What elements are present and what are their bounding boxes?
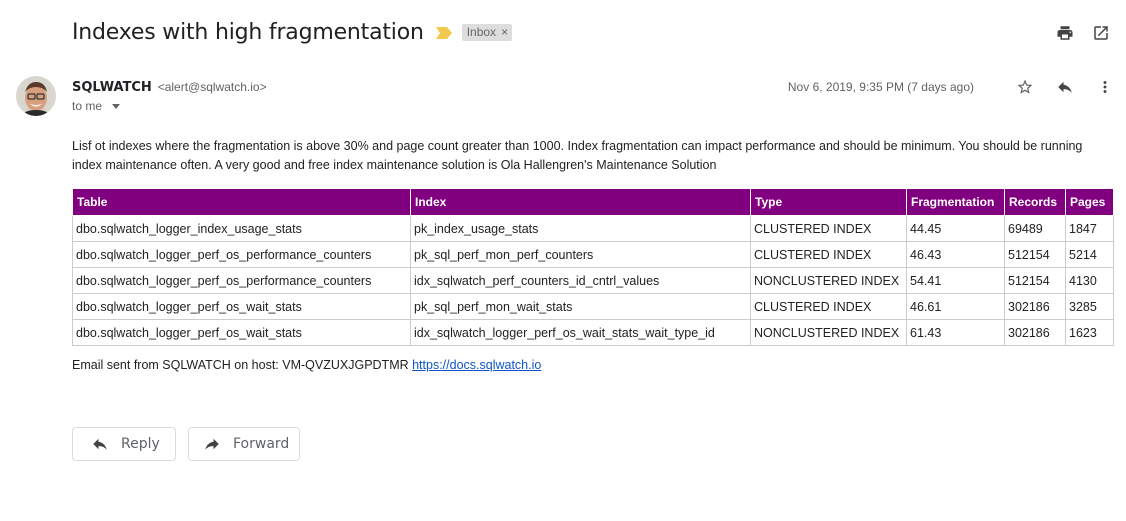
table-cell: 4130 bbox=[1065, 267, 1114, 294]
table-cell: idx_sqlwatch_perf_counters_id_cntrl_valu… bbox=[410, 267, 751, 294]
top-toolbar bbox=[1056, 24, 1110, 42]
sender-row: SQLWATCH <alert@sqlwatch.io> bbox=[72, 78, 267, 95]
table-cell: 512154 bbox=[1004, 267, 1066, 294]
table-cell: 3285 bbox=[1065, 293, 1114, 320]
table-cell: NONCLUSTERED INDEX bbox=[750, 319, 907, 346]
forward-button[interactable]: Forward bbox=[188, 427, 300, 461]
table-row: dbo.sqlwatch_logger_perf_os_performance_… bbox=[72, 241, 1114, 268]
table-cell: dbo.sqlwatch_logger_perf_os_wait_stats bbox=[72, 319, 411, 346]
reply-button[interactable]: Reply bbox=[72, 427, 176, 461]
table-cell: NONCLUSTERED INDEX bbox=[750, 267, 907, 294]
column-header-table: Table bbox=[72, 188, 411, 216]
sender-email: <alert@sqlwatch.io> bbox=[157, 80, 267, 94]
table-cell: 1623 bbox=[1065, 319, 1114, 346]
open-in-new-window-icon[interactable] bbox=[1092, 24, 1110, 42]
table-cell: pk_sql_perf_mon_wait_stats bbox=[410, 293, 751, 320]
print-icon[interactable] bbox=[1056, 24, 1074, 42]
reply-icon[interactable] bbox=[1056, 78, 1074, 96]
table-row: dbo.sqlwatch_logger_perf_os_wait_stats i… bbox=[72, 319, 1114, 346]
column-header-index: Index bbox=[410, 188, 751, 216]
recipient-details-caret-icon[interactable] bbox=[112, 104, 121, 109]
more-vert-icon[interactable] bbox=[1096, 78, 1114, 96]
subject-row: Indexes with high fragmentation Inbox × bbox=[72, 20, 513, 45]
message-date: Nov 6, 2019, 9:35 PM (7 days ago) bbox=[787, 80, 974, 94]
docs-link[interactable]: https://docs.sqlwatch.io bbox=[412, 358, 541, 372]
importance-marker-icon[interactable] bbox=[435, 26, 452, 39]
inbox-label-chip[interactable]: Inbox × bbox=[461, 24, 513, 41]
fragmentation-table: Table Index Type Fragmentation Records P… bbox=[72, 188, 1114, 346]
table-cell: 46.61 bbox=[906, 293, 1005, 320]
table-cell: dbo.sqlwatch_logger_perf_os_performance_… bbox=[72, 267, 411, 294]
table-row: dbo.sqlwatch_logger_index_usage_stats pk… bbox=[72, 215, 1114, 242]
reply-icon bbox=[91, 435, 109, 453]
table-cell: dbo.sqlwatch_logger_perf_os_performance_… bbox=[72, 241, 411, 268]
recipient-row[interactable]: to me bbox=[72, 99, 121, 113]
remove-label-icon[interactable]: × bbox=[501, 25, 508, 39]
footer-host-text: Email sent from SQLWATCH on host: VM-QVZ… bbox=[72, 358, 413, 372]
table-cell: 61.43 bbox=[906, 319, 1005, 346]
sender-avatar[interactable] bbox=[16, 76, 56, 116]
table-cell: 5214 bbox=[1065, 241, 1114, 268]
recipient-text: to me bbox=[72, 99, 103, 113]
table-cell: 512154 bbox=[1004, 241, 1066, 268]
email-subject: Indexes with high fragmentation bbox=[72, 20, 424, 45]
message-footer: Email sent from SQLWATCH on host: VM-QVZ… bbox=[72, 358, 541, 372]
table-header-row: Table Index Type Fragmentation Records P… bbox=[72, 188, 1114, 216]
column-header-fragmentation: Fragmentation bbox=[906, 188, 1005, 216]
message-body-text: Lisf ot indexes where the fragmentation … bbox=[72, 139, 1083, 172]
table-cell: CLUSTERED INDEX bbox=[750, 293, 907, 320]
column-header-type: Type bbox=[750, 188, 907, 216]
inbox-label-text: Inbox bbox=[466, 25, 497, 39]
table-cell: CLUSTERED INDEX bbox=[750, 215, 907, 242]
table-cell: pk_sql_perf_mon_perf_counters bbox=[410, 241, 751, 268]
table-cell: 44.45 bbox=[906, 215, 1005, 242]
table-cell: 69489 bbox=[1004, 215, 1066, 242]
column-header-pages: Pages bbox=[1065, 188, 1114, 216]
table-cell: dbo.sqlwatch_logger_index_usage_stats bbox=[72, 215, 411, 242]
table-cell: dbo.sqlwatch_logger_perf_os_wait_stats bbox=[72, 293, 411, 320]
forward-icon bbox=[203, 435, 221, 453]
table-cell: CLUSTERED INDEX bbox=[750, 241, 907, 268]
table-cell: 1847 bbox=[1065, 215, 1114, 242]
table-cell: 54.41 bbox=[906, 267, 1005, 294]
message-actions-row: Nov 6, 2019, 9:35 PM (7 days ago) bbox=[788, 78, 1114, 96]
table-cell: 46.43 bbox=[906, 241, 1005, 268]
table-row: dbo.sqlwatch_logger_perf_os_wait_stats p… bbox=[72, 293, 1114, 320]
forward-button-label: Forward bbox=[233, 436, 290, 452]
column-header-records: Records bbox=[1004, 188, 1066, 216]
star-icon[interactable] bbox=[1016, 78, 1034, 96]
table-cell: 302186 bbox=[1004, 319, 1066, 346]
table-cell: idx_sqlwatch_logger_perf_os_wait_stats_w… bbox=[410, 319, 751, 346]
reply-button-label: Reply bbox=[121, 436, 160, 452]
table-cell: pk_index_usage_stats bbox=[410, 215, 751, 242]
table-row: dbo.sqlwatch_logger_perf_os_performance_… bbox=[72, 267, 1114, 294]
sender-name[interactable]: SQLWATCH bbox=[72, 80, 152, 95]
table-cell: 302186 bbox=[1004, 293, 1066, 320]
